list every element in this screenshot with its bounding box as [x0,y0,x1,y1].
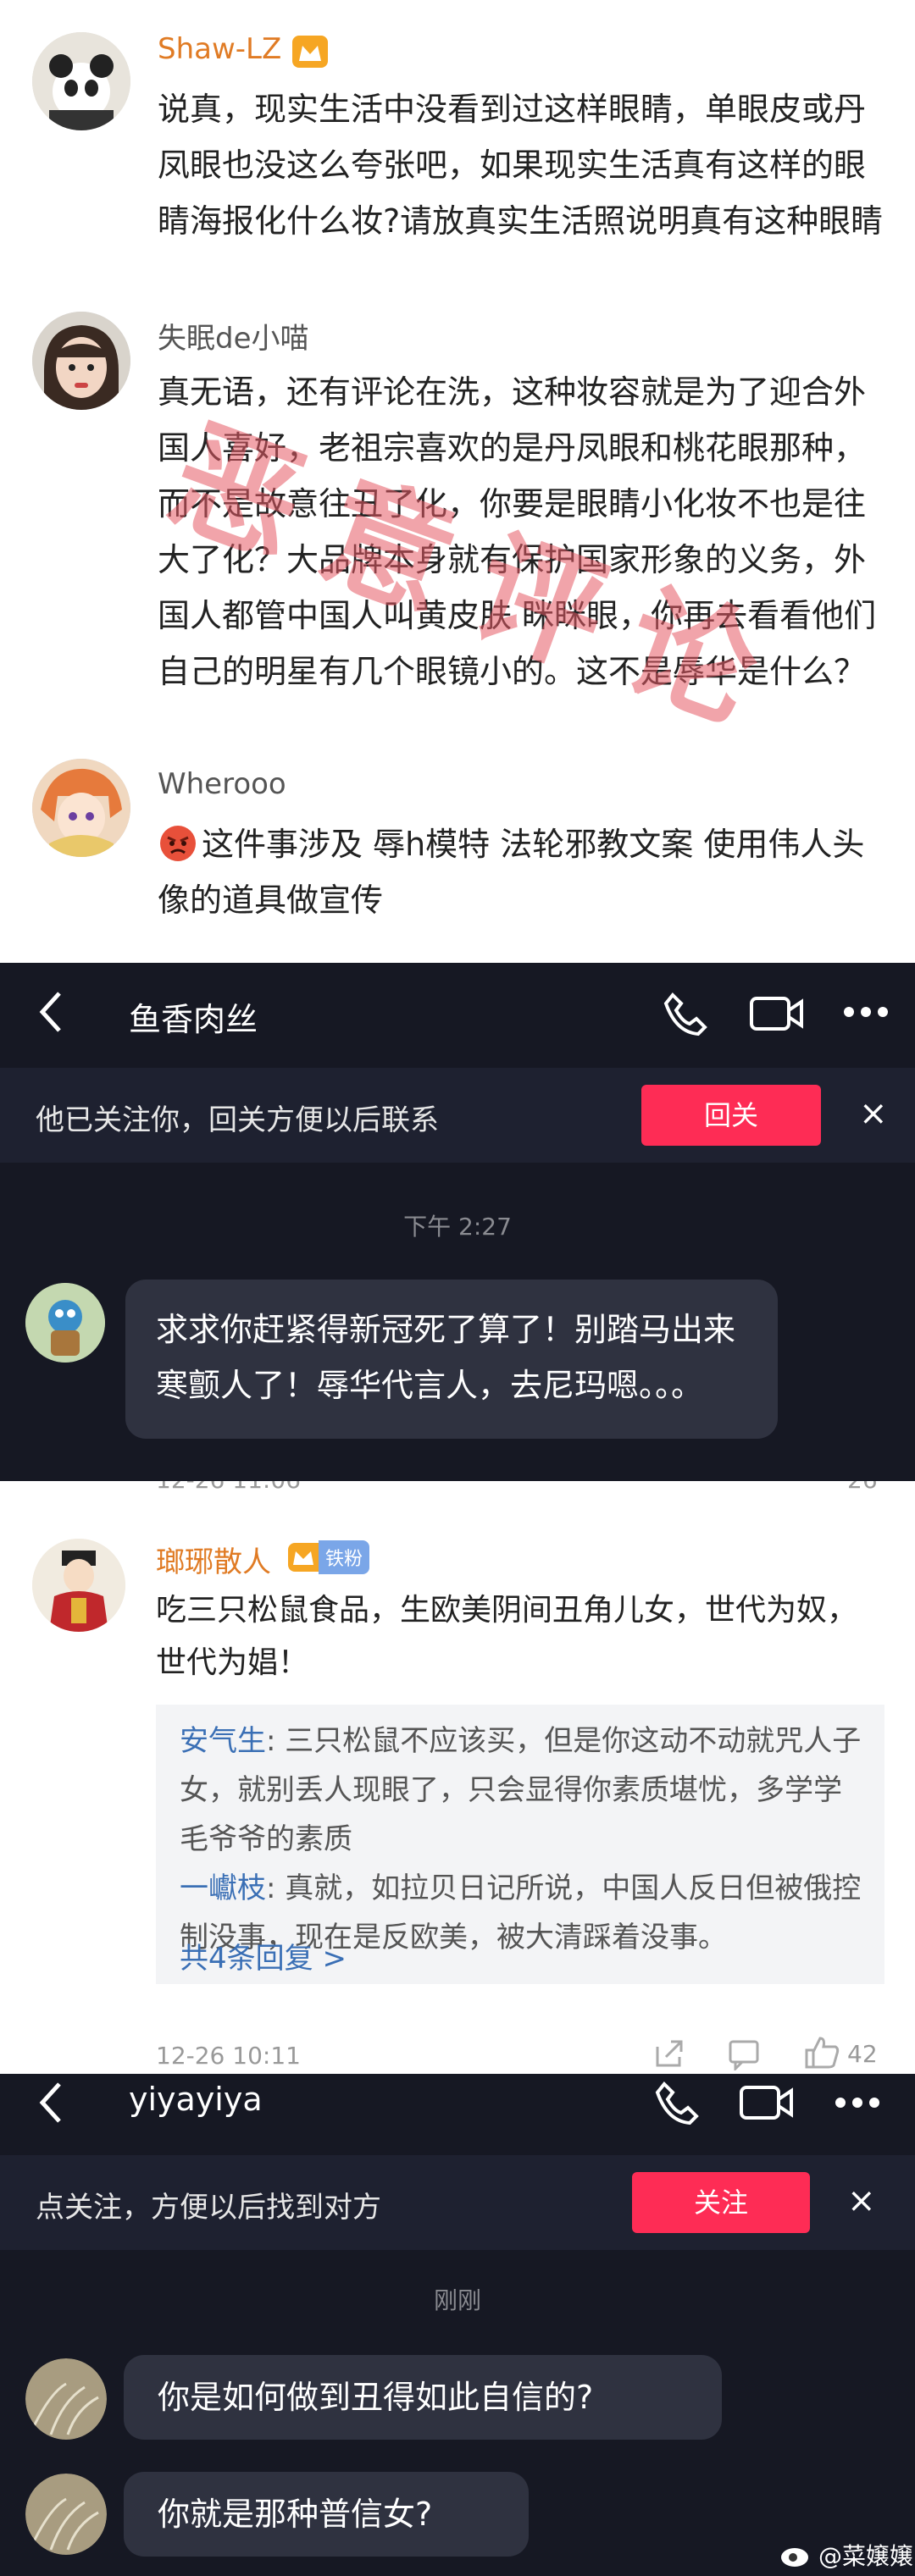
like-count: 26 [847,1481,878,1494]
close-icon[interactable]: × [859,1097,888,1130]
share-icon[interactable] [652,2037,686,2070]
commenter-name[interactable]: 瑯琊散人 [156,1539,271,1580]
message-timestamp: 下午 2:27 [403,1213,512,1241]
follow-banner: 点关注，方便以后找到对方 关注 × [0,2155,915,2250]
panda-avatar-icon [32,32,130,130]
fan-badge-label: 铁粉 [319,1540,370,1574]
banner-text: 点关注，方便以后找到对方 [36,2191,381,2225]
back-chevron-icon[interactable] [34,988,68,1036]
chat-message-bubble: 你是如何做到丑得如此自信的? [124,2355,722,2440]
more-icon[interactable] [834,2096,881,2109]
chat-panel: 鱼香肉丝 他已关注你，回关方便以后联系 回关 × 下午 2:27 求求你赶紧得新… [0,963,915,1481]
reply-author[interactable]: 一巘枝 [180,1871,266,1905]
more-icon[interactable] [842,1005,890,1019]
phone-icon[interactable] [652,2079,700,2126]
comment-text: 这件事涉及 辱h模特 法轮邪教文案 使用伟人头像的道具做宣传 [158,826,865,919]
thumbs-up-icon[interactable] [803,2033,840,2070]
comment-text: 吃三只松鼠食品，生欧美阴间丑角儿女，世代为奴，世代为娼！ [156,1593,858,1680]
girl-avatar-icon [32,312,130,410]
message-timestamp: 刚刚 [433,2286,481,2314]
follow-banner: 他已关注你，回关方便以后联系 回关 × [0,1068,915,1163]
grass-avatar-icon [25,2358,107,2440]
anime-avatar-icon [32,759,130,857]
banner-text: 他已关注你，回关方便以后联系 [36,1103,439,1137]
comment-icon[interactable] [727,2037,761,2070]
weibo-logo-icon [781,2548,808,2567]
chat-title: 鱼香肉丝 [129,1001,258,1038]
comment-date: 12-26 10:11 [156,2042,301,2070]
credit-text: @菜嬢嬢 [818,2542,914,2570]
comment-text: 真无语，还有评论在洗，这种妆容就是为了迎合外国人喜好，老祖宗喜欢的是丹凤眼和桃花… [158,373,877,690]
avatar[interactable] [25,2358,107,2440]
chat-message-text: 求求你赶紧得新冠死了算了！别踏马出来寒颤人了！辱华代言人，去尼玛嗯。。。 [156,1311,736,1404]
video-call-icon[interactable] [749,993,805,1034]
reply-author[interactable]: 安气生 [180,1724,266,1758]
ancient-figure-avatar-icon [32,1539,125,1632]
avatar[interactable] [25,1283,105,1363]
close-icon[interactable]: × [847,2184,876,2218]
follow-back-button[interactable]: 回关 [641,1085,821,1146]
avatar[interactable] [32,32,130,130]
crown-icon [288,1543,319,1572]
comment-actions-partial: 12-26 11:06 26 [0,1481,915,1496]
follow-button[interactable]: 关注 [632,2172,810,2233]
fan-badge: 铁粉 [288,1540,370,1574]
commenter-name[interactable]: Wherooo [158,767,286,801]
avatar[interactable] [32,759,130,857]
reply-item: 安气生: 三只松鼠不应该买，但是你这动不动就咒人子女，就别丢人现眼了，只会显得你… [180,1724,862,1856]
reply-box: 安气生: 三只松鼠不应该买，但是你这动不动就咒人子女，就别丢人现眼了，只会显得你… [156,1705,884,1984]
avatar[interactable] [32,1539,125,1632]
phone-icon[interactable] [661,990,708,1037]
back-chevron-icon[interactable] [34,2079,68,2126]
like-count: 42 [847,2040,878,2068]
comment-section-top: Shaw-LZ 说真，现实生活中没看到过这样眼睛，单眼皮或丹凤眼也没这么夸张吧，… [0,0,915,963]
chat-message-bubble: 你就是那种普信女? [124,2472,529,2557]
commenter-name[interactable]: 失眠de小喵 [158,315,309,357]
more-replies-link[interactable]: 共4条回复 > [180,1935,347,1976]
comment-date: 12-26 11:06 [156,1481,301,1494]
avatar[interactable] [25,2474,107,2555]
chat-message-text: 你就是那种普信女? [158,2496,433,2533]
chat-panel: yiyayiya 点关注，方便以后找到对方 关注 × 刚刚 你是如何做到丑得如此… [0,2074,915,2576]
comment-section-mid: 12-26 11:06 26 瑯琊散人 铁粉 吃三只松鼠食品，生欧美阴间丑角儿女… [0,1481,915,2074]
vip-badge-icon [292,36,328,68]
sticker-avatar-icon [25,1283,105,1363]
watermark-credit: @菜嬢嬢 [779,2538,913,2572]
chat-message-text: 你是如何做到丑得如此自信的? [158,2379,594,2416]
avatar[interactable] [32,312,130,410]
grass-avatar-icon [25,2474,107,2555]
chat-title: yiyayiya [129,2081,263,2118]
video-call-icon[interactable] [739,2082,795,2123]
chat-message-bubble: 求求你赶紧得新冠死了算了！别踏马出来寒颤人了！辱华代言人，去尼玛嗯。。。 [125,1280,778,1439]
commenter-name[interactable]: Shaw-LZ [158,32,281,66]
comment-text: 说真，现实生活中没看到过这样眼睛，单眼皮或丹凤眼也没这么夸张吧，如果现实生活真有… [158,91,884,240]
